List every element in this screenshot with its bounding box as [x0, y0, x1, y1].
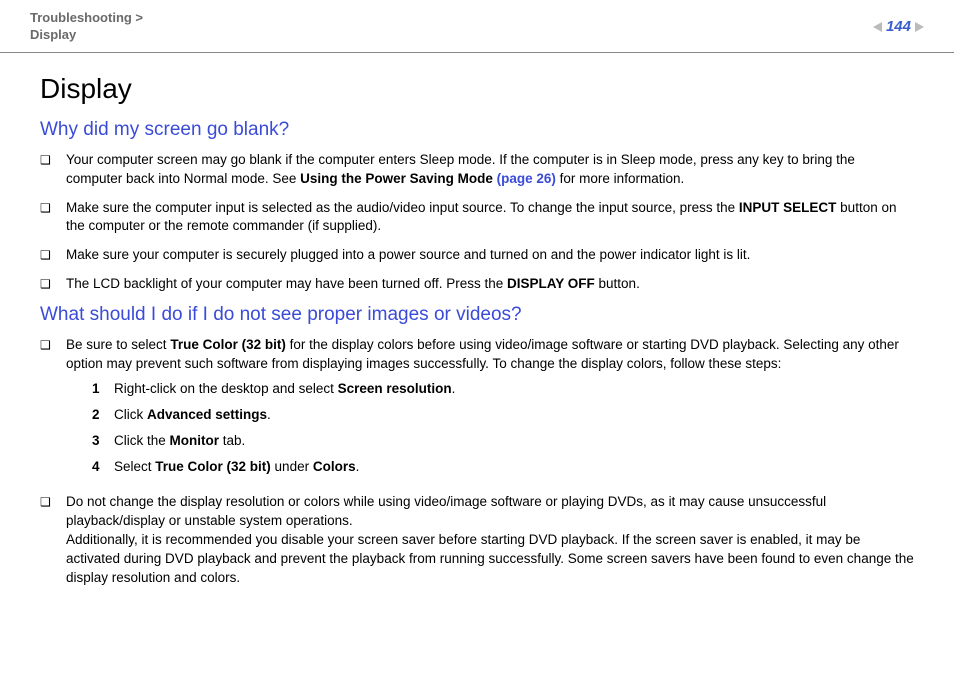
breadcrumb: Troubleshooting > Display: [30, 10, 143, 44]
text: Make sure the computer input is selected…: [66, 200, 739, 215]
page-link[interactable]: (page 26): [497, 171, 556, 186]
bold-text: Colors: [313, 459, 356, 474]
text: for more information.: [556, 171, 684, 186]
list-item: ❑ Be sure to select True Color (32 bit) …: [40, 336, 914, 483]
step-number: 3: [92, 432, 114, 451]
step-number: 1: [92, 380, 114, 399]
text: Click: [114, 407, 147, 422]
step-text: Click the Monitor tab.: [114, 432, 914, 451]
step-item: 1 Right-click on the desktop and select …: [92, 380, 914, 399]
numbered-steps: 1 Right-click on the desktop and select …: [92, 380, 914, 477]
step-text: Click Advanced settings.: [114, 406, 914, 425]
text: .: [356, 459, 360, 474]
text: Click the: [114, 433, 170, 448]
prev-page-arrow-icon[interactable]: [873, 22, 882, 32]
bullet-list-2: ❑ Be sure to select True Color (32 bit) …: [40, 336, 914, 588]
bullet-icon: ❑: [40, 151, 66, 189]
bullet-text: Your computer screen may go blank if the…: [66, 151, 914, 189]
list-item: ❑ The LCD backlight of your computer may…: [40, 275, 914, 294]
breadcrumb-line1: Troubleshooting >: [30, 10, 143, 27]
text: Additionally, it is recommended you disa…: [66, 532, 914, 585]
step-item: 2 Click Advanced settings.: [92, 406, 914, 425]
text: The LCD backlight of your computer may h…: [66, 276, 507, 291]
step-number: 2: [92, 406, 114, 425]
text: .: [452, 381, 456, 396]
bullet-icon: ❑: [40, 199, 66, 237]
page-number: 144: [886, 18, 911, 35]
section-title-blank-screen: Why did my screen go blank?: [40, 119, 914, 141]
bullet-icon: ❑: [40, 246, 66, 265]
section-title-images-videos: What should I do if I do not see proper …: [40, 304, 914, 326]
step-text: Select True Color (32 bit) under Colors.: [114, 458, 914, 477]
bullet-text: Make sure the computer input is selected…: [66, 199, 914, 237]
bold-text: INPUT SELECT: [739, 200, 837, 215]
list-item: ❑ Make sure the computer input is select…: [40, 199, 914, 237]
bullet-icon: ❑: [40, 275, 66, 294]
bold-text: Monitor: [170, 433, 220, 448]
bullet-text: Be sure to select True Color (32 bit) fo…: [66, 336, 914, 483]
text: Select: [114, 459, 155, 474]
text: Right-click on the desktop and select: [114, 381, 338, 396]
step-text: Right-click on the desktop and select Sc…: [114, 380, 914, 399]
list-item: ❑ Your computer screen may go blank if t…: [40, 151, 914, 189]
text: Be sure to select: [66, 337, 170, 352]
list-item: ❑ Do not change the display resolution o…: [40, 493, 914, 587]
text: tab.: [219, 433, 245, 448]
next-page-arrow-icon[interactable]: [915, 22, 924, 32]
text: Do not change the display resolution or …: [66, 494, 826, 528]
text: under: [271, 459, 313, 474]
text: button.: [595, 276, 640, 291]
page-navigation: 144: [873, 18, 924, 35]
bold-text: Screen resolution: [338, 381, 452, 396]
list-item: ❑ Make sure your computer is securely pl…: [40, 246, 914, 265]
bullet-icon: ❑: [40, 336, 66, 483]
page-title: Display: [40, 73, 914, 105]
breadcrumb-line2: Display: [30, 27, 143, 44]
step-item: 4 Select True Color (32 bit) under Color…: [92, 458, 914, 477]
text: .: [267, 407, 271, 422]
bold-text: Advanced settings: [147, 407, 267, 422]
bullet-text: Do not change the display resolution or …: [66, 493, 914, 587]
bold-text: Using the Power Saving Mode: [300, 171, 497, 186]
bold-text: DISPLAY OFF: [507, 276, 595, 291]
bold-text: True Color (32 bit): [155, 459, 271, 474]
bullet-icon: ❑: [40, 493, 66, 587]
step-item: 3 Click the Monitor tab.: [92, 432, 914, 451]
bullet-text: Make sure your computer is securely plug…: [66, 246, 914, 265]
page-content: Display Why did my screen go blank? ❑ Yo…: [0, 53, 954, 618]
bullet-text: The LCD backlight of your computer may h…: [66, 275, 914, 294]
bold-text: True Color (32 bit): [170, 337, 286, 352]
bullet-list-1: ❑ Your computer screen may go blank if t…: [40, 151, 914, 294]
step-number: 4: [92, 458, 114, 477]
page-header: Troubleshooting > Display 144: [0, 0, 954, 53]
